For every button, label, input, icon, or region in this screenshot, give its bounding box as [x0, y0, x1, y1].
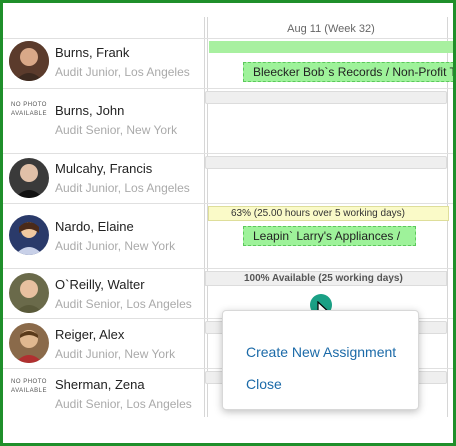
row-divider [3, 268, 453, 269]
no-photo-placeholder: NO PHOTO AVAILABLE [11, 379, 47, 394]
row-divider [3, 88, 453, 89]
person-subtitle: Audit Junior, Los Angeles [55, 181, 190, 195]
assignment-block[interactable]: Leapin` Larry's Appliances / [243, 226, 416, 246]
availability-bar[interactable] [205, 156, 447, 169]
person-subtitle: Audit Senior, Los Angeles [55, 397, 192, 411]
person-name[interactable]: Burns, Frank [55, 45, 129, 60]
person-name[interactable]: Nardo, Elaine [55, 219, 134, 234]
avatar[interactable] [9, 323, 49, 363]
person-subtitle: Audit Junior, New York [55, 347, 176, 361]
availability-bar[interactable] [205, 91, 447, 104]
person-name[interactable]: Mulcahy, Francis [55, 161, 152, 176]
person-photo-icon [9, 273, 49, 313]
row-divider [3, 153, 453, 154]
assignment-bar[interactable] [209, 41, 453, 53]
avatar[interactable] [9, 158, 49, 198]
person-name[interactable]: Sherman, Zena [55, 377, 145, 392]
schedule-frame: Aug 11 (Week 32) Burns, Frank Audit Juni… [0, 0, 456, 446]
person-photo-icon [9, 323, 49, 363]
utilization-bar[interactable]: 63% (25.00 hours over 5 working days) [208, 206, 449, 221]
person-subtitle: Audit Senior, Los Angeles [55, 297, 192, 311]
row-divider [3, 203, 453, 204]
context-menu: Create New Assignment Close [222, 310, 419, 410]
create-new-assignment-link[interactable]: Create New Assignment [246, 344, 396, 360]
person-photo-icon [9, 41, 49, 81]
person-photo-icon [9, 158, 49, 198]
avatar[interactable] [9, 273, 49, 313]
person-name[interactable]: O`Reilly, Walter [55, 277, 145, 292]
close-link[interactable]: Close [246, 376, 282, 392]
person-subtitle: Audit Senior, New York [55, 123, 178, 137]
column-divider [204, 17, 205, 417]
avatar[interactable] [9, 215, 49, 255]
availability-bar[interactable]: 100% Available (25 working days) [205, 271, 447, 286]
person-photo-icon [9, 215, 49, 255]
person-subtitle: Audit Junior, New York [55, 239, 176, 253]
person-name[interactable]: Reiger, Alex [55, 327, 124, 342]
assignment-block[interactable]: Bleecker Bob`s Records / Non-Profit Te [243, 62, 453, 82]
person-name[interactable]: Burns, John [55, 103, 124, 118]
person-subtitle: Audit Junior, Los Angeles [55, 65, 190, 79]
row-divider [3, 38, 453, 39]
week-header: Aug 11 (Week 32) [287, 23, 375, 35]
no-photo-placeholder: NO PHOTO AVAILABLE [11, 102, 47, 117]
avatar[interactable] [9, 41, 49, 81]
